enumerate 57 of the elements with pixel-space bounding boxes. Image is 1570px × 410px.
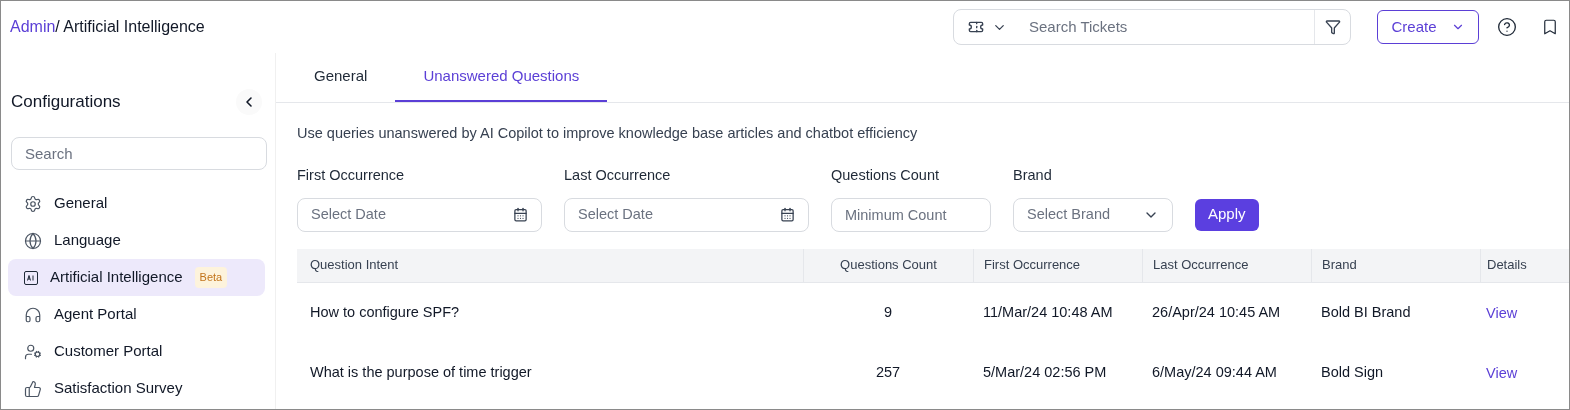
apply-button[interactable]: Apply	[1195, 198, 1259, 231]
create-button[interactable]: Create	[1377, 10, 1479, 44]
sidebar-item[interactable]: Customer Portal	[8, 333, 265, 370]
globe-icon	[24, 231, 42, 250]
column-header: Details	[1480, 248, 1569, 282]
column-header: Brand	[1311, 248, 1480, 282]
table-cell-text: 11/Mar/24 10:48 AM	[982, 302, 1114, 322]
date-field[interactable]: Select Date	[297, 197, 542, 232]
table-cell-text: 26/Apr/24 10:45 AM	[1151, 302, 1282, 322]
sidebar-item[interactable]: General	[8, 185, 265, 222]
bookmark-icon[interactable]	[1541, 18, 1559, 36]
filter-label: Questions Count	[831, 165, 940, 185]
count-field[interactable]: Minimum Count	[831, 197, 991, 232]
filter-icon[interactable]	[1324, 19, 1341, 35]
tab[interactable]: General	[286, 53, 396, 102]
table-cell-text: 6/May/24 09:44 AM	[1151, 362, 1278, 382]
column-header: Last Occurrence	[1142, 248, 1311, 282]
sidebar-item[interactable]: Agent Portal	[8, 296, 265, 333]
table-cell-text: 9	[882, 302, 894, 322]
view-link[interactable]: View	[1486, 304, 1518, 321]
headset-icon	[24, 305, 42, 324]
gear-icon	[24, 194, 42, 213]
table-cell-text: Bold BI Brand	[1320, 302, 1412, 322]
breadcrumb-current: / Artificial Intelligence	[55, 17, 205, 37]
ai-icon	[24, 270, 38, 285]
sidebar-item[interactable]: Artificial Intelligence Beta	[8, 259, 265, 296]
table-cell-text: 5/Mar/24 02:56 PM	[982, 362, 1108, 382]
sidebar-search-field[interactable]: Search	[11, 137, 267, 170]
column-header: Question Intent	[309, 256, 400, 275]
view-link[interactable]: View	[1486, 364, 1518, 381]
tab[interactable]: Unanswered Questions	[395, 53, 608, 102]
thumbs-up-icon	[24, 379, 42, 398]
filter-label: Last Occurrence	[564, 165, 672, 185]
user-gear-icon	[24, 342, 42, 361]
search-field[interactable]: Search Tickets	[953, 9, 1351, 45]
column-header: Questions Count	[803, 248, 973, 282]
sidebar-item[interactable]: Language	[8, 222, 265, 259]
table-cell-text: 257	[874, 362, 902, 382]
calendar-icon	[780, 207, 795, 222]
filter-label: First Occurrence	[297, 165, 406, 185]
date-field[interactable]: Select Date	[564, 197, 809, 232]
search-field[interactable]: Search Tickets	[1029, 15, 1314, 39]
beta-badge: Beta	[194, 267, 228, 288]
column-header: First Occurrence	[973, 248, 1142, 282]
table-cell-text: How to configure SPF?	[309, 302, 461, 322]
sidebar-title: Configurations	[11, 91, 121, 114]
help-icon[interactable]	[1497, 17, 1517, 37]
breadcrumb-link[interactable]: Admin	[10, 15, 56, 39]
sidebar-item[interactable]: Satisfaction Survey	[8, 370, 265, 407]
filter-label: Brand	[1013, 165, 1053, 185]
collapse-button[interactable]	[236, 89, 262, 115]
description-text: Use queries unanswered by AI Copilot to improve knowledge base articles and chatbot efficiency	[297, 124, 919, 143]
calendar-icon	[513, 207, 528, 222]
ticket-icon	[968, 19, 984, 35]
table-cell-text: Bold Sign	[1320, 362, 1385, 382]
table-cell-text: What is the purpose of time trigger	[309, 362, 533, 382]
brand-select[interactable]: Select Brand	[1013, 197, 1173, 232]
